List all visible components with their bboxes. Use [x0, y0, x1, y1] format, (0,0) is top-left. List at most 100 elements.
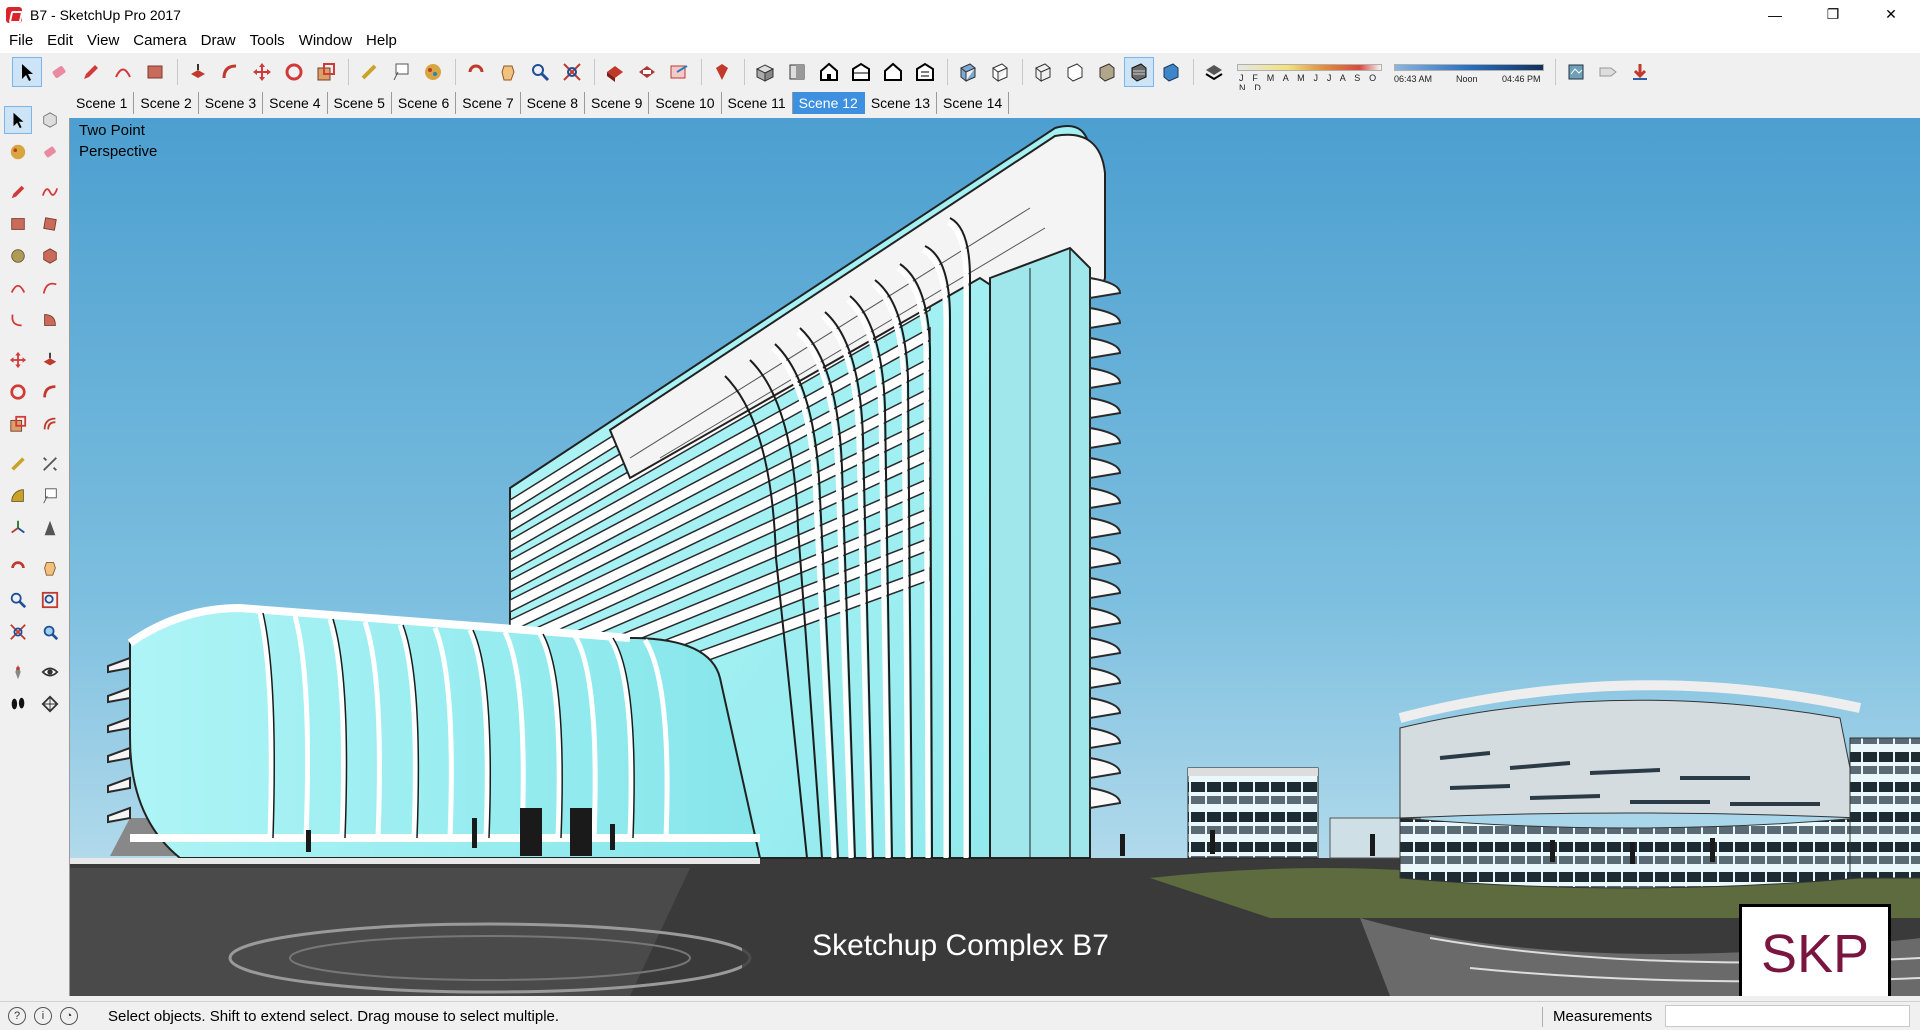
- tab-scene-4[interactable]: Scene 4: [263, 92, 328, 114]
- shaded-button[interactable]: [1092, 57, 1122, 87]
- menu-camera[interactable]: Camera: [126, 29, 193, 53]
- geolocation-icon[interactable]: ?: [8, 1007, 26, 1025]
- tab-scene-2[interactable]: Scene 2: [134, 92, 199, 114]
- two-point-arc-tool[interactable]: [36, 274, 64, 302]
- info-icon[interactable]: i: [34, 1007, 52, 1025]
- right-view-button[interactable]: [846, 57, 876, 87]
- wireframe-button[interactable]: [1028, 57, 1058, 87]
- tab-scene-10[interactable]: Scene 10: [649, 92, 722, 114]
- three-point-arc-tool[interactable]: [4, 306, 32, 334]
- follow-me-tool-button[interactable]: [215, 57, 245, 87]
- eraser-tool[interactable]: [36, 138, 64, 166]
- user-account-icon[interactable]: ◔: [60, 1007, 78, 1025]
- tab-scene-9[interactable]: Scene 9: [585, 92, 650, 114]
- eraser-tool-button[interactable]: [44, 57, 74, 87]
- line-tool[interactable]: [4, 178, 32, 206]
- extension-warehouse-button[interactable]: [632, 57, 662, 87]
- select-tool-button[interactable]: [12, 57, 42, 87]
- zoom-tool[interactable]: [4, 586, 32, 614]
- zoom-extents-tool[interactable]: [4, 618, 32, 646]
- menu-view[interactable]: View: [80, 29, 126, 53]
- pie-tool[interactable]: [36, 306, 64, 334]
- look-around-tool[interactable]: [36, 658, 64, 686]
- tab-scene-3[interactable]: Scene 3: [199, 92, 264, 114]
- back-edges-button[interactable]: [985, 57, 1015, 87]
- zoom-window-tool[interactable]: [36, 586, 64, 614]
- orbit-tool-button[interactable]: [461, 57, 491, 87]
- tab-scene-13[interactable]: Scene 13: [865, 92, 938, 114]
- follow-me-tool[interactable]: [36, 378, 64, 406]
- pencil-tool-button[interactable]: [76, 57, 106, 87]
- rotate-tool[interactable]: [4, 378, 32, 406]
- ruby-console-button[interactable]: [707, 57, 737, 87]
- monochrome-button[interactable]: [1156, 57, 1186, 87]
- tab-scene-14[interactable]: Scene 14: [937, 92, 1010, 114]
- restore-button[interactable]: ❐: [1804, 0, 1862, 29]
- tab-scene-12[interactable]: Scene 12: [792, 92, 865, 114]
- zoom-extents-tool-button[interactable]: [557, 57, 587, 87]
- menu-edit[interactable]: Edit: [40, 29, 80, 53]
- axes-tool[interactable]: [4, 514, 32, 542]
- rotate-tool-button[interactable]: [279, 57, 309, 87]
- top-view-button[interactable]: [782, 57, 812, 87]
- tab-scene-5[interactable]: Scene 5: [328, 92, 392, 114]
- back-view-button[interactable]: [878, 57, 908, 87]
- measurements-input[interactable]: [1665, 1005, 1910, 1027]
- freehand-tool[interactable]: [36, 178, 64, 206]
- protractor-tool[interactable]: [4, 482, 32, 510]
- offset-tool[interactable]: [36, 410, 64, 438]
- arc-tool-button[interactable]: [108, 57, 138, 87]
- model-viewport[interactable]: Two Point Perspective Sketchup Complex B…: [69, 118, 1920, 996]
- model-info-button[interactable]: [1561, 57, 1591, 87]
- tab-scene-6[interactable]: Scene 6: [392, 92, 457, 114]
- dimension-tool[interactable]: [36, 450, 64, 478]
- rectangle-tool[interactable]: [4, 210, 32, 238]
- shaded-textures-button[interactable]: [1124, 57, 1154, 87]
- push-pull-tool[interactable]: [36, 346, 64, 374]
- xray-button[interactable]: [953, 57, 983, 87]
- pan-tool[interactable]: [36, 554, 64, 582]
- paint-bucket-tool[interactable]: [4, 138, 32, 166]
- shadow-date-slider[interactable]: J F M A M J J A S O N D: [1237, 58, 1382, 93]
- paint-bucket-tool-button[interactable]: [418, 57, 448, 87]
- menu-tools[interactable]: Tools: [243, 29, 292, 53]
- shadows-toggle-button[interactable]: [1199, 57, 1229, 87]
- circle-tool[interactable]: [4, 242, 32, 270]
- share-model-button[interactable]: [664, 57, 694, 87]
- shadow-time-slider[interactable]: 06:43 AM Noon 04:46 PM: [1394, 58, 1544, 86]
- tab-scene-11[interactable]: Scene 11: [722, 92, 793, 114]
- download-button[interactable]: [1625, 57, 1655, 87]
- scale-tool[interactable]: [4, 410, 32, 438]
- tape-measure-tool-button[interactable]: [354, 57, 384, 87]
- previous-view-tool[interactable]: [36, 618, 64, 646]
- front-view-button[interactable]: [814, 57, 844, 87]
- tag-button[interactable]: [1593, 57, 1623, 87]
- polygon-tool[interactable]: [36, 242, 64, 270]
- arc-tool[interactable]: [4, 274, 32, 302]
- tab-scene-7[interactable]: Scene 7: [456, 92, 521, 114]
- zoom-tool-button[interactable]: [525, 57, 555, 87]
- tape-measure-tool[interactable]: [4, 450, 32, 478]
- push-pull-tool-button[interactable]: [183, 57, 213, 87]
- make-component-tool[interactable]: [36, 106, 64, 134]
- menu-draw[interactable]: Draw: [194, 29, 243, 53]
- 3d-text-tool[interactable]: [36, 514, 64, 542]
- move-tool-button[interactable]: [247, 57, 277, 87]
- select-tool[interactable]: [4, 106, 32, 134]
- warehouse-button[interactable]: [600, 57, 630, 87]
- rectangle-tool-button[interactable]: [140, 57, 170, 87]
- walk-tool[interactable]: [4, 690, 32, 718]
- section-plane-tool[interactable]: [36, 690, 64, 718]
- rotated-rectangle-tool[interactable]: [36, 210, 64, 238]
- pan-tool-button[interactable]: [493, 57, 523, 87]
- hidden-line-button[interactable]: [1060, 57, 1090, 87]
- tab-scene-8[interactable]: Scene 8: [521, 92, 585, 114]
- iso-view-button[interactable]: [750, 57, 780, 87]
- close-button[interactable]: ✕: [1862, 0, 1920, 29]
- left-view-button[interactable]: [910, 57, 940, 87]
- tab-scene-1[interactable]: Scene 1: [70, 92, 135, 114]
- minimize-button[interactable]: —: [1746, 0, 1804, 29]
- menu-file[interactable]: File: [2, 29, 40, 53]
- scale-tool-button[interactable]: [311, 57, 341, 87]
- position-camera-tool[interactable]: [4, 658, 32, 686]
